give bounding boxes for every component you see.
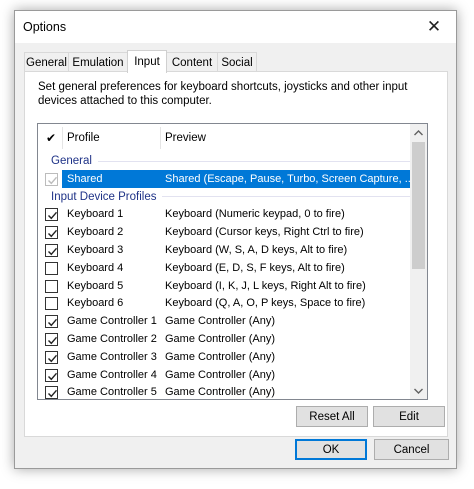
profile-name: Game Controller 5 bbox=[67, 386, 157, 399]
list-item[interactable]: Keyboard 2 Keyboard (Cursor keys, Right C… bbox=[38, 223, 412, 241]
column-divider bbox=[62, 127, 63, 149]
profile-preview: Game Controller (Any) bbox=[165, 315, 276, 328]
preview-column-header[interactable]: Preview bbox=[165, 132, 206, 144]
profile-name: Game Controller 2 bbox=[67, 333, 157, 345]
tab-content[interactable]: Content bbox=[166, 52, 218, 72]
profile-name: Keyboard 5 bbox=[67, 279, 124, 292]
checkmark-icon bbox=[48, 390, 58, 398]
profile-name: Keyboard 2 bbox=[67, 226, 124, 239]
list-item[interactable]: Game Controller 3 Game Controller (Any) bbox=[38, 348, 412, 366]
group-divider bbox=[162, 196, 410, 198]
profile-name: Keyboard 1 bbox=[67, 208, 124, 221]
scrollbar-thumb[interactable] bbox=[412, 142, 425, 269]
checkmark-icon bbox=[48, 212, 58, 220]
profile-name: Keyboard 4 bbox=[67, 261, 124, 274]
checkmark-icon bbox=[48, 354, 58, 363]
profile-name: Game Controller 3 bbox=[67, 350, 157, 363]
checkmark-icon bbox=[48, 230, 58, 238]
list-item[interactable]: Keyboard 3 Keyboard (W, S, A, D keys, Alt… bbox=[38, 241, 412, 259]
profile-list[interactable]: ✔ Profile Preview General Shared Shared (E… bbox=[37, 123, 428, 400]
list-item[interactable]: Keyboard 1 Keyboard (Numeric keypad, 0 to… bbox=[38, 205, 412, 223]
profile-preview: Keyboard (W, S, A, D keys, Alt to fire) bbox=[165, 244, 348, 256]
profile-preview: Keyboard (Q, A, O, P keys, Space to fire… bbox=[165, 297, 366, 310]
list-item[interactable]: Game Controller 4 Game Controller (Any) bbox=[38, 366, 412, 384]
edit-button[interactable]: Edit bbox=[373, 406, 445, 427]
tab-general[interactable]: General bbox=[24, 52, 69, 72]
profile-preview: Game Controller (Any) bbox=[165, 350, 276, 363]
list-item[interactable]: Game Controller 5 Game Controller (Any) bbox=[38, 383, 412, 399]
profile-preview: Game Controller (Any) bbox=[165, 333, 276, 345]
list-item[interactable]: Game Controller 2 Game Controller (Any) bbox=[38, 330, 412, 348]
list-header: ✔ Profile Preview bbox=[38, 124, 412, 152]
enable-checkbox[interactable] bbox=[45, 244, 58, 257]
list-item[interactable]: Keyboard 6 Keyboard (Q, A, O, P keys, Spa… bbox=[38, 294, 412, 312]
tab-input[interactable]: Input bbox=[127, 50, 167, 73]
enable-checkbox[interactable] bbox=[45, 333, 58, 346]
checkmark-icon bbox=[48, 372, 58, 380]
vertical-scrollbar[interactable] bbox=[410, 124, 427, 399]
profile-preview: Keyboard (I, K, J, L keys, Right Alt to … bbox=[165, 279, 366, 292]
enable-checkbox[interactable] bbox=[45, 350, 58, 364]
group-header: General bbox=[38, 152, 412, 170]
column-divider bbox=[160, 127, 161, 149]
title-bar: Options ✕ bbox=[15, 11, 456, 43]
profile-name: Keyboard 3 bbox=[67, 244, 124, 256]
ok-button[interactable]: OK bbox=[295, 439, 367, 460]
checkmark-icon bbox=[48, 319, 58, 327]
profile-preview: Keyboard (E, D, S, F keys, Alt to fire) bbox=[165, 261, 345, 274]
enable-checkbox[interactable] bbox=[45, 315, 58, 329]
checkmark-icon bbox=[48, 176, 58, 185]
enable-checkbox[interactable] bbox=[45, 261, 58, 275]
group-header: Input Device Profiles bbox=[38, 188, 412, 206]
enable-checkbox[interactable] bbox=[45, 368, 58, 382]
list-item[interactable]: Game Controller 1 Game Controller (Any) bbox=[38, 312, 412, 330]
profile-preview: Keyboard (Cursor keys, Right Ctrl to fir… bbox=[165, 226, 364, 239]
window-title: Options bbox=[23, 20, 67, 34]
close-icon[interactable]: ✕ bbox=[412, 11, 456, 43]
profile-column-header[interactable]: Profile bbox=[67, 132, 100, 144]
input-tab-panel: Set general preferences for keyboard sho… bbox=[24, 71, 448, 437]
enable-checkbox bbox=[45, 172, 58, 186]
checkmark-icon bbox=[48, 247, 58, 256]
profile-preview: Game Controller (Any) bbox=[165, 386, 276, 399]
enable-checkbox[interactable] bbox=[45, 226, 58, 240]
checkmark-icon bbox=[48, 336, 58, 345]
profile-name: Game Controller 4 bbox=[67, 368, 157, 381]
tab-social[interactable]: Social bbox=[217, 52, 257, 72]
group-divider bbox=[97, 160, 410, 162]
cancel-button[interactable]: Cancel bbox=[374, 439, 449, 460]
enable-checkbox[interactable] bbox=[45, 297, 58, 311]
enable-checkbox[interactable] bbox=[45, 279, 58, 293]
enable-checkbox[interactable] bbox=[45, 208, 58, 222]
list-item[interactable]: Shared Shared (Escape, Pause, Turbo, Scre… bbox=[38, 169, 414, 188]
tab-emulation[interactable]: Emulation bbox=[68, 52, 128, 72]
profile-name: Shared bbox=[67, 172, 103, 185]
list-item[interactable]: Keyboard 5 Keyboard (I, K, J, L keys, Rig… bbox=[38, 277, 412, 295]
enable-checkbox[interactable] bbox=[45, 386, 58, 399]
profile-preview: Keyboard (Numeric keypad, 0 to fire) bbox=[165, 208, 345, 221]
list-item[interactable]: Keyboard 4 Keyboard (E, D, S, F keys, Alt… bbox=[38, 259, 412, 277]
group-header-label: Input Device Profiles bbox=[51, 190, 157, 203]
reset-all-button[interactable]: Reset All bbox=[296, 406, 368, 427]
profile-preview: Game Controller (Any) bbox=[165, 368, 276, 381]
scroll-up-icon[interactable] bbox=[410, 124, 427, 141]
profile-name: Keyboard 6 bbox=[67, 297, 124, 310]
profile-name: Game Controller 1 bbox=[67, 315, 157, 328]
profile-preview: Shared (Escape, Pause, Turbo, Screen Cap… bbox=[165, 172, 414, 185]
description-text: Set general preferences for keyboard sho… bbox=[38, 81, 408, 107]
group-header-label: General bbox=[51, 155, 92, 167]
scroll-down-icon[interactable] bbox=[410, 382, 427, 399]
options-dialog: Options ✕ General Emulation Input Conten… bbox=[14, 10, 457, 469]
check-column-header[interactable]: ✔ bbox=[46, 131, 56, 145]
